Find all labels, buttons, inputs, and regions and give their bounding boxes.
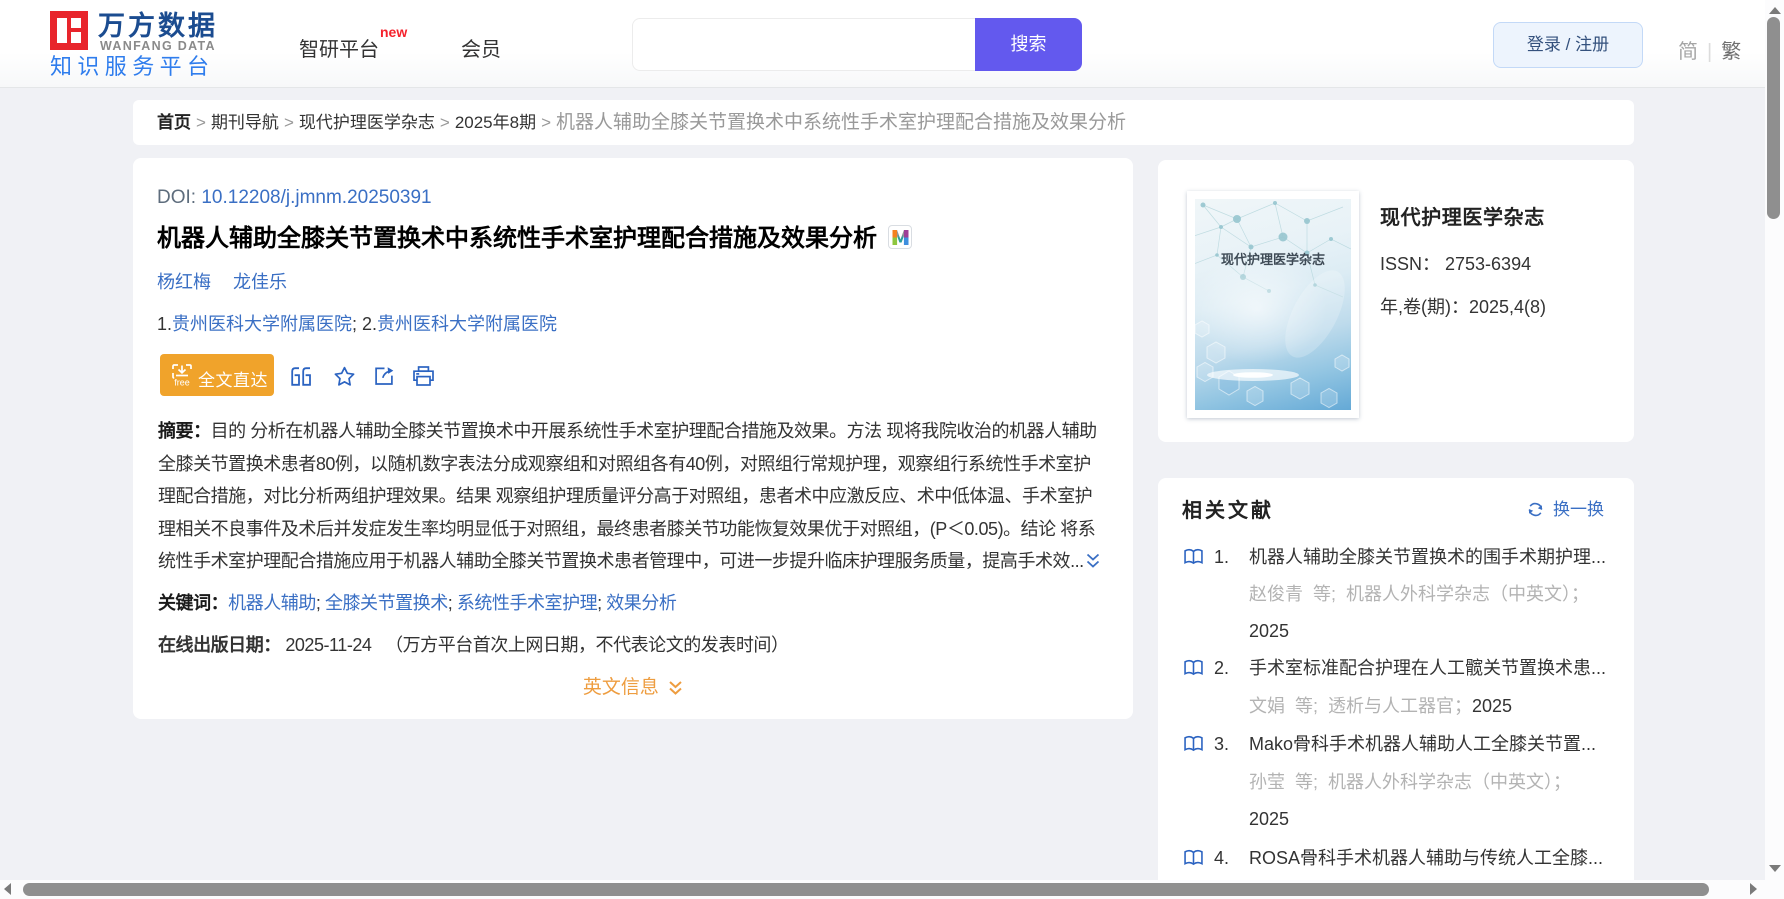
svg-text:free: free xyxy=(174,378,190,388)
